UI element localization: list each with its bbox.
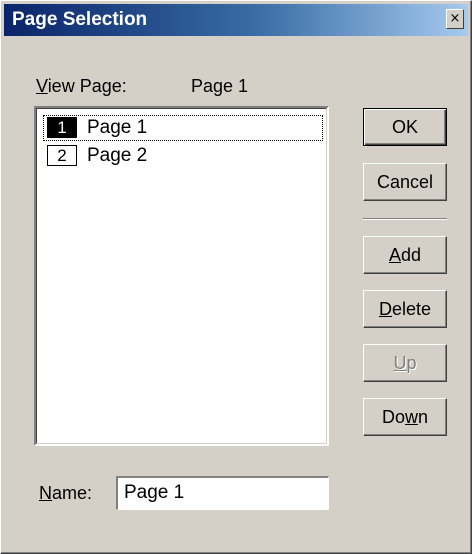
ok-button[interactable]: OK [363,108,447,146]
page-name: Page 2 [87,145,148,166]
page-number-badge: 2 [47,145,77,166]
page-list-inner: 1 Page 1 2 Page 2 [36,108,327,444]
delete-button[interactable]: Delete [363,290,447,328]
view-page-value: Page 1 [191,76,249,96]
page-selection-dialog: Page Selection × View Page: Page 1 1 Pag… [0,0,472,554]
add-button[interactable]: Add [363,236,447,274]
button-separator [363,218,447,220]
window-title: Page Selection [12,9,148,30]
view-page-label: View Page: [36,76,127,96]
name-label: Name: [39,483,93,503]
page-number-badge: 1 [47,117,77,138]
list-item-page-1[interactable]: 1 Page 1 [43,115,323,141]
name-field[interactable]: Page 1 [116,476,329,510]
close-icon: × [449,11,461,26]
page-name: Page 1 [87,117,148,138]
list-item-page-2[interactable]: 2 Page 2 [43,143,323,169]
down-button[interactable]: Down [363,398,447,436]
page-list[interactable]: 1 Page 1 2 Page 2 [34,106,329,446]
close-button[interactable]: × [446,9,464,29]
cancel-button[interactable]: Cancel [363,163,447,201]
up-button[interactable]: Up [363,344,447,382]
title-bar[interactable]: Page Selection × [4,4,468,36]
